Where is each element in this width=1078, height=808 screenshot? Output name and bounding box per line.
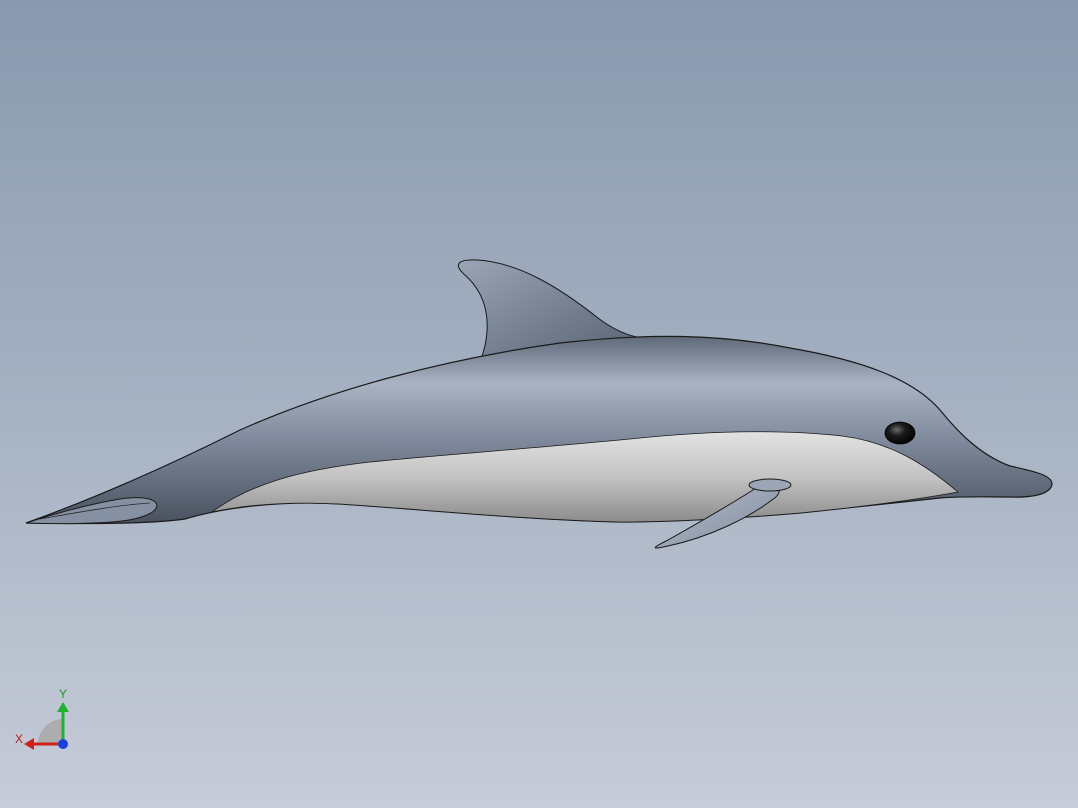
flipper-joint	[748, 478, 792, 492]
x-axis-arrow	[24, 738, 34, 750]
z-axis-dot	[58, 739, 68, 749]
graphics-viewport[interactable]: X Y	[0, 0, 1078, 808]
y-axis-label: Y	[59, 687, 68, 701]
view-orientation-triad[interactable]: X Y	[10, 684, 80, 754]
dolphin-model[interactable]	[0, 0, 1078, 808]
eye	[884, 421, 916, 445]
triad-quadrant	[38, 719, 63, 744]
x-axis-label: X	[15, 732, 24, 746]
y-axis-arrow	[57, 702, 69, 712]
